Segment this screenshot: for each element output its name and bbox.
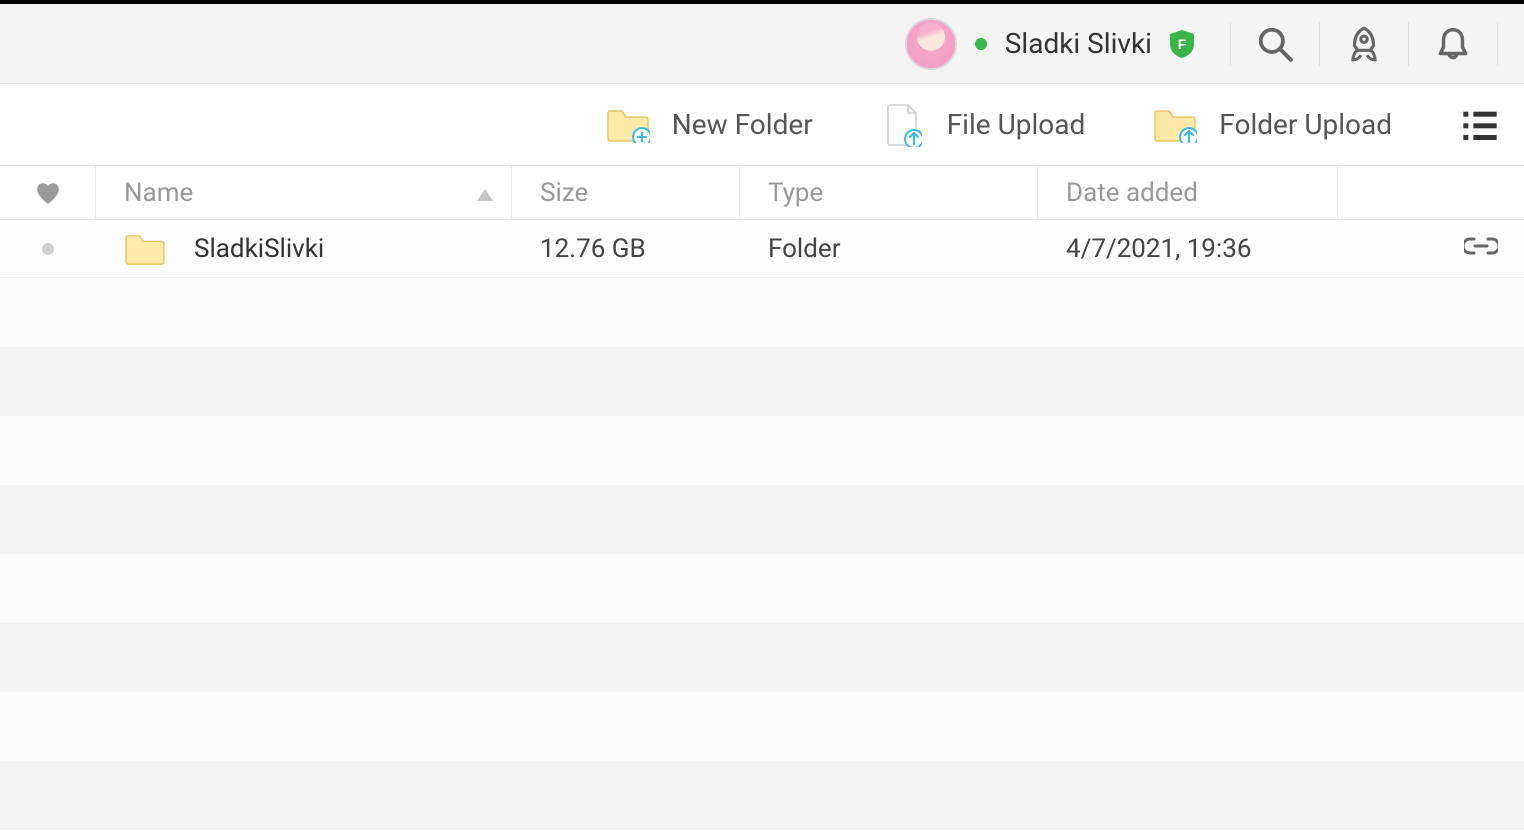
link-icon [1464,235,1498,257]
column-date[interactable]: Date added [1038,166,1338,219]
view-toggle-button[interactable] [1460,105,1500,145]
empty-row [0,278,1524,347]
heart-icon [35,181,61,205]
new-folder-button[interactable]: New Folder [572,103,847,147]
row-type-cell: Folder [740,220,1038,277]
row-date-cell: 4/7/2021, 19:36 [1038,220,1338,277]
sort-asc-icon [477,178,493,208]
plan-badge-letter: F [1178,36,1187,52]
topbar-divider-icon [1497,22,1498,66]
file-upload-button[interactable]: File Upload [847,103,1120,147]
folder-upload-button[interactable]: Folder Upload [1119,103,1426,147]
item-size: 12.76 GB [540,234,646,264]
column-size[interactable]: Size [512,166,740,219]
column-favorite[interactable] [0,166,96,219]
bell-icon [1434,25,1472,63]
empty-row [0,623,1524,692]
empty-row [0,347,1524,416]
plan-shield-icon: F [1170,30,1194,58]
empty-row [0,554,1524,623]
column-type-label: Type [768,178,823,208]
column-size-label: Size [540,178,588,208]
notifications-button[interactable] [1417,14,1489,74]
rocket-icon [1345,25,1383,63]
file-upload-label: File Upload [947,108,1086,141]
column-name-label: Name [124,178,193,208]
empty-row [0,761,1524,830]
search-button[interactable] [1239,14,1311,74]
user-block[interactable]: Sladki Slivki F [905,18,1222,70]
status-dot-icon [975,38,987,50]
action-bar: New Folder File Upload Folder Upload [0,84,1524,166]
item-name: SladkiSlivki [194,234,324,264]
topbar-divider-icon [1230,22,1231,66]
column-name[interactable]: Name [96,166,512,219]
row-favorite[interactable] [0,220,96,277]
topbar-divider-icon [1319,22,1320,66]
favorite-dot-icon [42,243,54,255]
new-folder-icon [606,103,650,147]
file-upload-icon [881,103,925,147]
share-link-button[interactable] [1464,234,1498,264]
new-folder-label: New Folder [672,108,813,141]
column-date-label: Date added [1066,178,1198,208]
username-label: Sladki Slivki [1005,27,1152,60]
item-date: 4/7/2021, 19:36 [1066,234,1251,264]
folder-upload-label: Folder Upload [1219,108,1392,141]
item-type: Folder [768,234,841,264]
row-actions-cell [1338,220,1524,277]
table-row[interactable]: SladkiSlivki 12.76 GB Folder 4/7/2021, 1… [0,220,1524,278]
empty-row [0,416,1524,485]
empty-row [0,692,1524,761]
upgrade-button[interactable] [1328,14,1400,74]
row-size-cell: 12.76 GB [512,220,740,277]
folder-icon [124,232,166,266]
empty-row [0,485,1524,554]
topbar-divider-icon [1408,22,1409,66]
top-bar: Sladki Slivki F [0,0,1524,84]
column-actions [1338,166,1524,219]
avatar[interactable] [905,18,957,70]
column-type[interactable]: Type [740,166,1038,219]
list-view-icon [1460,105,1500,145]
table-header: Name Size Type Date added [0,166,1524,220]
folder-upload-icon [1153,103,1197,147]
row-name-cell[interactable]: SladkiSlivki [96,220,512,277]
search-icon [1256,25,1294,63]
